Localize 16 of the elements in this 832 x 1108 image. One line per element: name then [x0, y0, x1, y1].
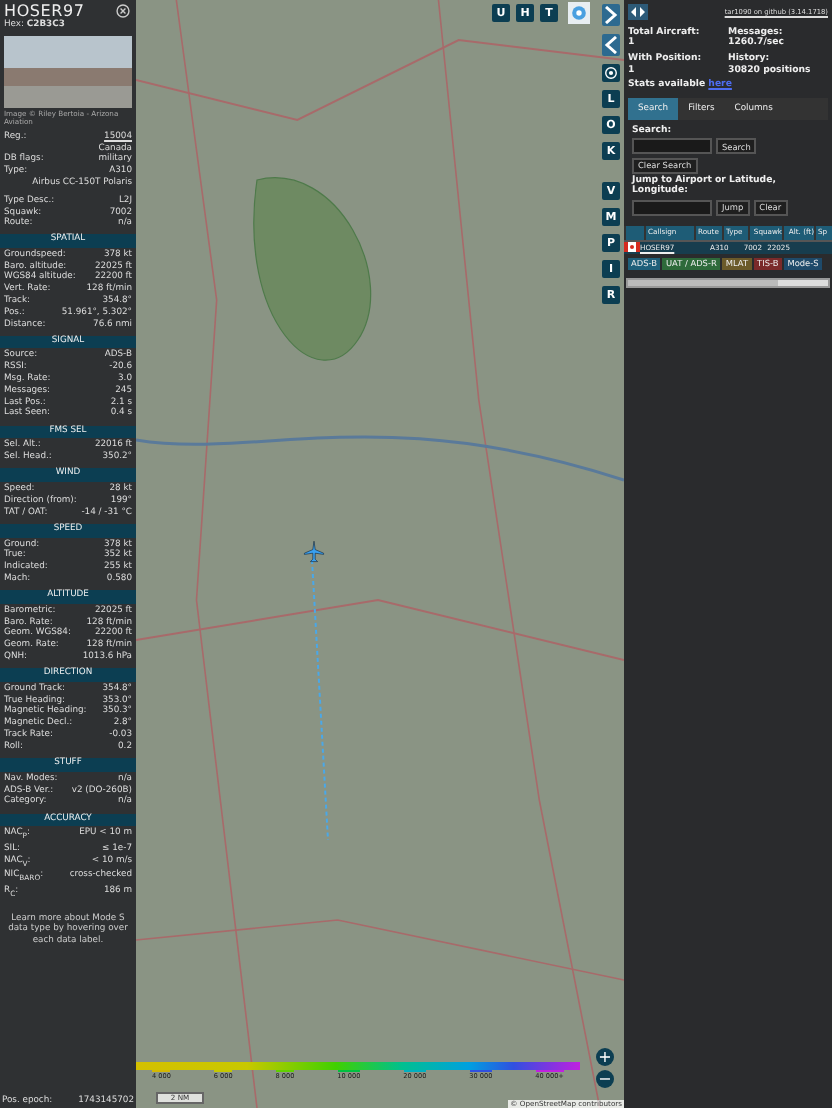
expand-button[interactable]	[602, 4, 620, 26]
aircraft-callsign: HOSER97	[4, 2, 85, 20]
close-icon	[116, 4, 130, 18]
aircraft-icon[interactable]	[302, 540, 326, 564]
flag-icon	[624, 242, 640, 253]
arrows-icon	[630, 6, 646, 18]
jump-field[interactable]	[632, 199, 712, 216]
search-field[interactable]	[632, 138, 712, 155]
chevron-right-icon	[604, 6, 618, 24]
panel-toggle-button[interactable]	[628, 4, 648, 20]
photo-placeholder	[4, 36, 132, 108]
zoom-out-button[interactable]: −	[596, 1070, 614, 1088]
close-button[interactable]	[116, 4, 132, 20]
chevron-left-icon	[604, 36, 618, 54]
zoom-in-button[interactable]: +	[596, 1048, 614, 1066]
collapse-button[interactable]	[602, 34, 620, 56]
